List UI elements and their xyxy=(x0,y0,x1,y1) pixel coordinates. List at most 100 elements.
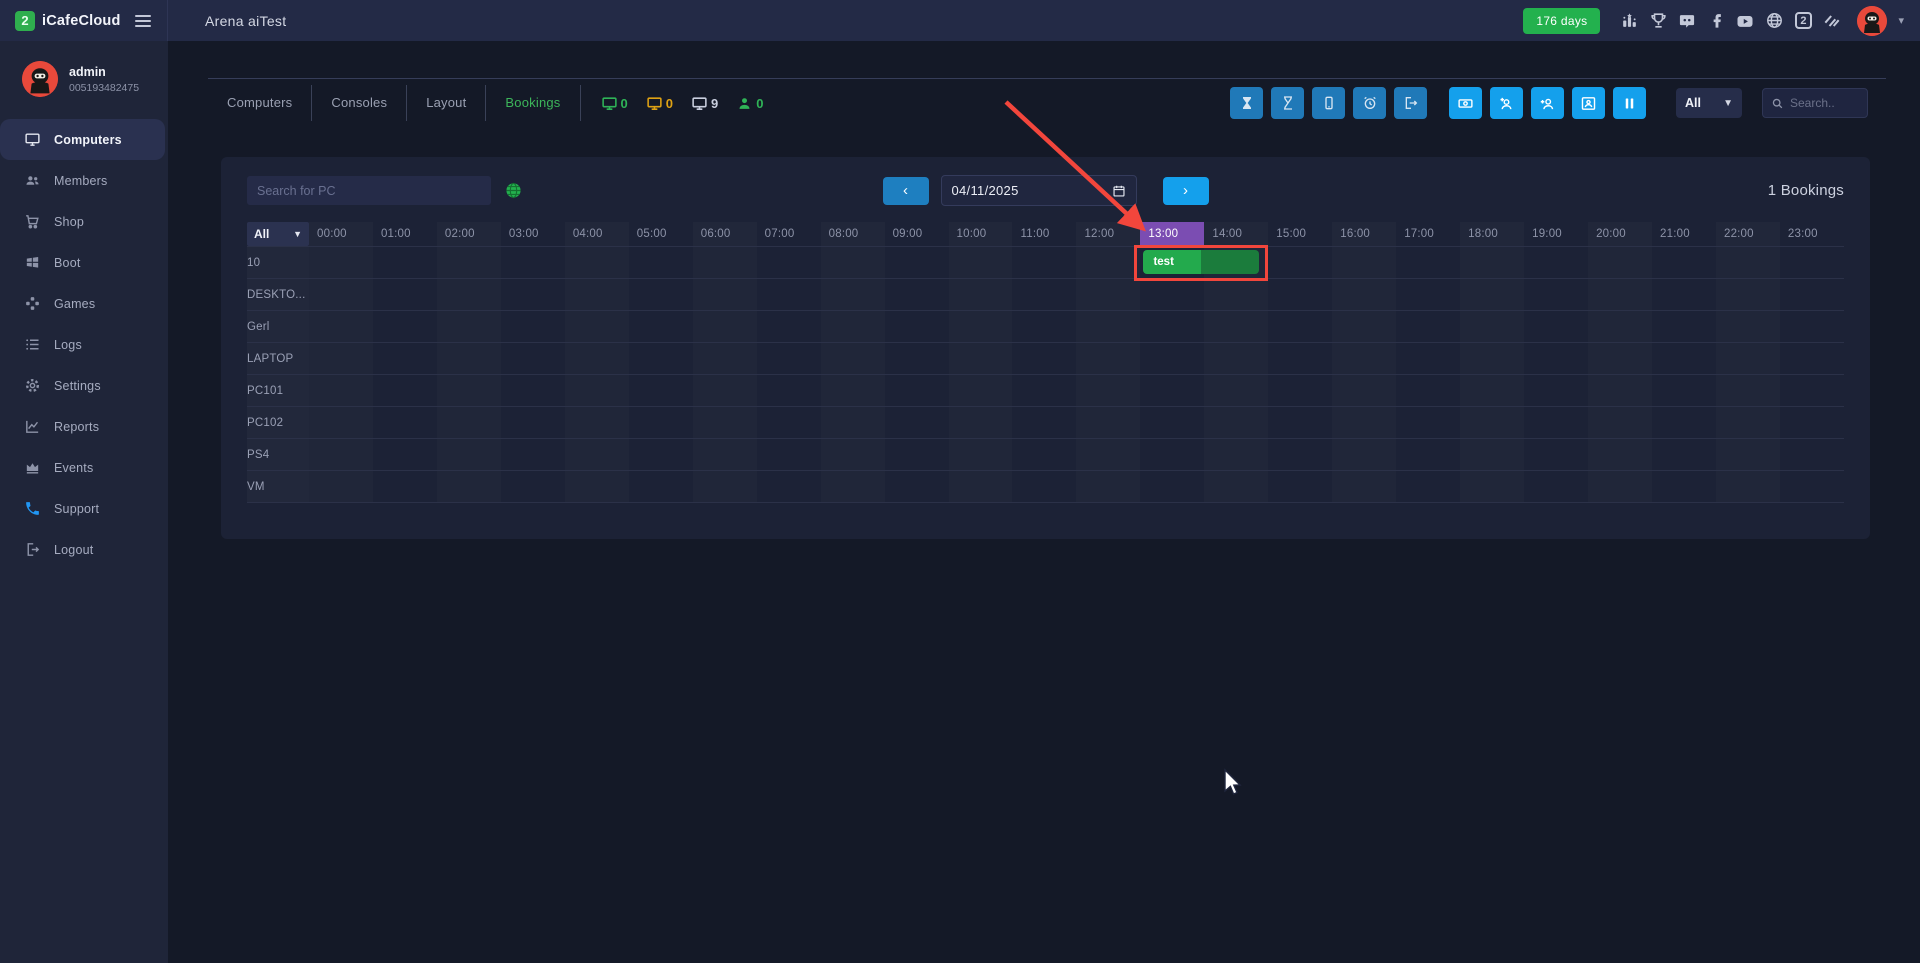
hour-header-cell[interactable]: 06:00 xyxy=(693,222,757,246)
grid-cell[interactable] xyxy=(1332,471,1396,502)
grid-cell[interactable] xyxy=(629,439,693,470)
grid-cell[interactable] xyxy=(1652,311,1716,342)
grid-cell[interactable] xyxy=(885,407,949,438)
grid-cell[interactable] xyxy=(949,471,1013,502)
pc-search-input[interactable] xyxy=(257,184,481,198)
grid-cell[interactable] xyxy=(1140,471,1204,502)
hour-header-cell[interactable]: 03:00 xyxy=(501,222,565,246)
grid-cell[interactable] xyxy=(1268,343,1332,374)
grid-cell[interactable] xyxy=(501,471,565,502)
grid-cell[interactable] xyxy=(501,407,565,438)
grid-cell[interactable] xyxy=(373,407,437,438)
grid-cell[interactable] xyxy=(1780,279,1844,310)
grid-cell[interactable] xyxy=(1716,407,1780,438)
sidebar-item-settings[interactable]: Settings xyxy=(0,365,168,406)
grid-cell[interactable] xyxy=(309,343,373,374)
grid-cell[interactable] xyxy=(373,343,437,374)
sidebar-item-events[interactable]: Events xyxy=(0,447,168,488)
hour-header-cell[interactable]: 05:00 xyxy=(629,222,693,246)
grid-cell[interactable] xyxy=(757,471,821,502)
grid-cell[interactable] xyxy=(1012,247,1076,278)
grid-cell[interactable] xyxy=(309,471,373,502)
grid-cell[interactable] xyxy=(1716,247,1780,278)
mobile-icon[interactable] xyxy=(1312,87,1345,119)
grid-cell[interactable] xyxy=(1524,343,1588,374)
grid-cell[interactable] xyxy=(1076,247,1140,278)
grid-cell[interactable] xyxy=(693,343,757,374)
grid-cell[interactable] xyxy=(1524,439,1588,470)
grid-cell[interactable] xyxy=(309,311,373,342)
grid-cell[interactable] xyxy=(629,343,693,374)
grid-cell[interactable] xyxy=(1460,439,1524,470)
grid-cell[interactable] xyxy=(1076,343,1140,374)
grid-cell[interactable] xyxy=(1012,471,1076,502)
grid-cell[interactable] xyxy=(1204,343,1268,374)
grid-cell[interactable] xyxy=(949,375,1013,406)
grid-cell[interactable] xyxy=(501,247,565,278)
grid-cell[interactable] xyxy=(501,279,565,310)
tab-layout[interactable]: Layout xyxy=(407,85,486,121)
hour-header-cell[interactable]: 10:00 xyxy=(949,222,1013,246)
grid-cell[interactable] xyxy=(1332,407,1396,438)
grid-cell[interactable] xyxy=(693,311,757,342)
hour-header-cell[interactable]: 21:00 xyxy=(1652,222,1716,246)
hour-header-cell[interactable]: 16:00 xyxy=(1332,222,1396,246)
grid-cell[interactable] xyxy=(1012,279,1076,310)
grid-cell[interactable] xyxy=(1076,439,1140,470)
grid-cell[interactable] xyxy=(1332,343,1396,374)
globe-green-icon[interactable] xyxy=(505,182,522,199)
brand-icon[interactable]: 2 xyxy=(1793,11,1813,31)
grid-cell[interactable] xyxy=(885,279,949,310)
sidebar-item-logout[interactable]: Logout xyxy=(0,529,168,570)
grid-cell[interactable] xyxy=(1268,247,1332,278)
grid-cell[interactable] xyxy=(693,247,757,278)
grid-cell[interactable] xyxy=(565,471,629,502)
grid-cell[interactable] xyxy=(1460,471,1524,502)
grid-cell[interactable] xyxy=(437,471,501,502)
grid-cell[interactable] xyxy=(1716,471,1780,502)
grid-cell[interactable] xyxy=(821,375,885,406)
grid-cell[interactable] xyxy=(565,407,629,438)
grid-cell[interactable] xyxy=(1076,311,1140,342)
hamburger-menu-icon[interactable] xyxy=(133,11,153,31)
hourglass-icon[interactable] xyxy=(1271,87,1304,119)
grid-cell[interactable] xyxy=(1588,471,1652,502)
grid-cell[interactable] xyxy=(1076,375,1140,406)
grid-cell[interactable] xyxy=(501,343,565,374)
sidebar-item-reports[interactable]: Reports xyxy=(0,406,168,447)
grid-cell[interactable] xyxy=(1652,375,1716,406)
grid-cell[interactable] xyxy=(1076,279,1140,310)
grid-cell[interactable] xyxy=(437,311,501,342)
grid-cell[interactable] xyxy=(693,407,757,438)
grid-cell[interactable] xyxy=(309,375,373,406)
grid-cell[interactable] xyxy=(821,343,885,374)
grid-cell[interactable] xyxy=(1588,375,1652,406)
grid-cell[interactable] xyxy=(1204,279,1268,310)
grid-cell[interactable] xyxy=(949,247,1013,278)
grid-cell[interactable] xyxy=(1652,439,1716,470)
grid-cell[interactable] xyxy=(1780,407,1844,438)
grid-cell[interactable] xyxy=(1652,279,1716,310)
grid-cell[interactable] xyxy=(373,375,437,406)
grid-cell[interactable] xyxy=(1012,407,1076,438)
grid-cell[interactable] xyxy=(1716,375,1780,406)
grid-cell[interactable] xyxy=(1140,279,1204,310)
grid-cell[interactable] xyxy=(1652,343,1716,374)
grid-cell[interactable] xyxy=(1012,375,1076,406)
grid-cell[interactable] xyxy=(373,471,437,502)
grid-cell[interactable] xyxy=(1076,407,1140,438)
grid-cell[interactable] xyxy=(1588,439,1652,470)
grid-cell[interactable] xyxy=(1140,439,1204,470)
counter-busy[interactable]: 0 xyxy=(646,95,673,112)
toolbar-filter-select[interactable]: All ▼ xyxy=(1676,88,1742,118)
grid-cell[interactable] xyxy=(1652,407,1716,438)
hour-header-cell[interactable]: 23:00 xyxy=(1780,222,1844,246)
grid-cell[interactable] xyxy=(437,279,501,310)
grid-cell[interactable] xyxy=(373,279,437,310)
grid-cell[interactable] xyxy=(1140,311,1204,342)
facebook-icon[interactable] xyxy=(1706,11,1726,31)
grid-cell[interactable] xyxy=(821,279,885,310)
grid-cell[interactable] xyxy=(1652,471,1716,502)
prev-day-button[interactable]: ‹ xyxy=(883,177,929,205)
grid-cell[interactable] xyxy=(1780,471,1844,502)
